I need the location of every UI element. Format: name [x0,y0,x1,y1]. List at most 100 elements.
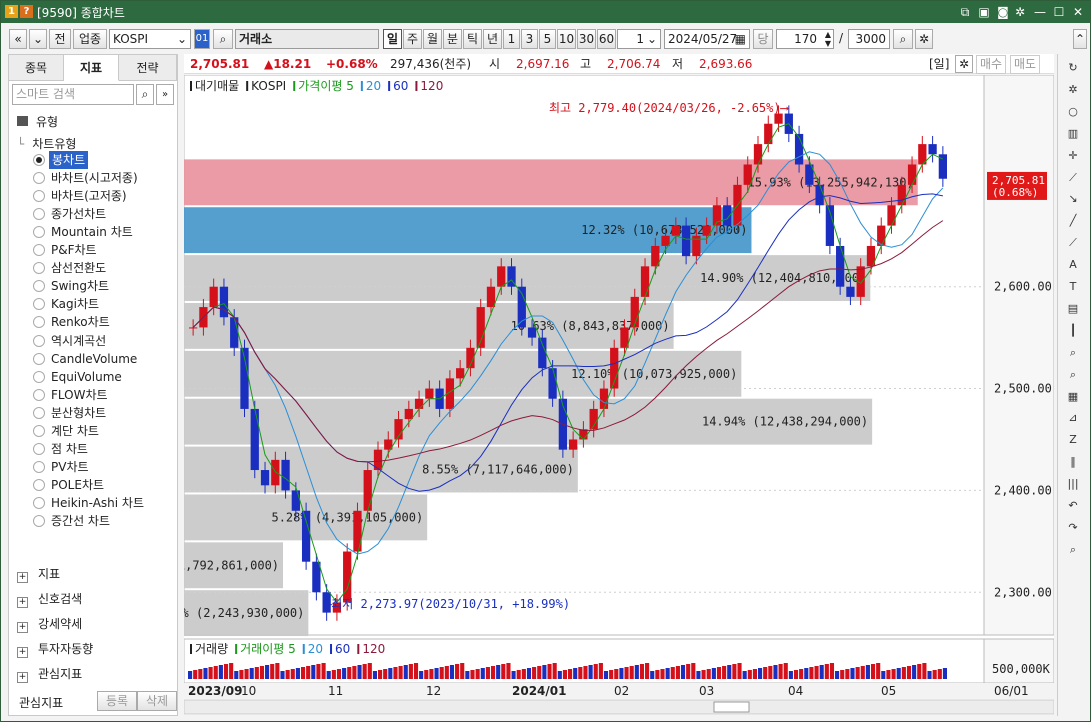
chart-type-item[interactable]: 바차트(시고저종) [51,169,138,187]
section-1[interactable]: + 신호검색 [17,588,82,610]
radio-11[interactable] [33,352,45,365]
chart-type-item[interactable]: 계단 차트 [51,422,99,440]
line-icon[interactable]: ⟋ [1063,168,1083,188]
grid-icon[interactable]: ▦ [1063,387,1083,407]
radio-1[interactable] [33,172,45,185]
symbol-select[interactable]: KOSPI ⌄ [109,29,191,49]
chart-type-item[interactable]: 점 차트 [51,440,88,458]
chart-type-item[interactable]: P&F차트 [51,241,97,259]
expand-icon[interactable]: » [156,84,174,105]
settings-icon[interactable]: ✲ [1012,4,1028,20]
fill-icon[interactable]: ▤ [1063,299,1083,319]
refresh-icon[interactable]: ↻ [1063,58,1083,78]
chart-type-item[interactable]: 분산형차트 [51,404,106,422]
bars-icon[interactable]: ▥ [1063,124,1083,144]
chart-type-item[interactable]: 바차트(고저종) [51,187,127,205]
radio-14[interactable] [33,406,45,419]
text-icon[interactable]: T [1063,277,1083,297]
dang-button[interactable]: 당 [753,29,773,49]
radio-9[interactable] [33,316,45,329]
radio-5[interactable] [33,244,45,257]
radio-16[interactable] [33,442,45,455]
search-icon[interactable]: ⌕ [213,29,233,49]
sell-button[interactable]: 매도 [1010,55,1041,74]
interval-button-0[interactable]: 1 [503,29,520,49]
radio-2[interactable] [33,190,45,203]
magnify-icon[interactable]: ⌕ [1063,540,1083,560]
delete-button[interactable]: 삭제 [137,691,177,711]
chart-type-item[interactable]: 역시계곡선 [51,332,106,350]
candle-icon[interactable]: ┃ [1063,321,1083,341]
line2-icon[interactable]: ╱ [1063,211,1083,231]
interval-button-4[interactable]: 30 [577,29,596,49]
chart-type-item[interactable]: PV차트 [51,458,89,476]
chart-type-item[interactable]: 증간선 차트 [51,512,110,530]
chart-type-group[interactable]: └ 차트유형 [17,135,76,152]
interval-button-2[interactable]: 5 [539,29,556,49]
minimize-icon[interactable]: — [1032,4,1048,20]
max-count-input[interactable]: 3000 [848,29,890,49]
chart-area[interactable]: 15.93% (13,255,942,130) 12.32% (10,673,52… [127,74,1055,715]
interval-button-5[interactable]: 60 [597,29,616,49]
section-3[interactable]: + 투자자동향 [17,638,93,660]
chart-type-item[interactable]: 봉차트 [49,151,89,169]
radio-13[interactable] [33,388,45,401]
search-icon[interactable]: ⌕ [136,84,154,105]
radio-18[interactable] [33,478,45,491]
stepper-icon[interactable]: ▲ ▼ [825,30,831,48]
bar-icon[interactable]: ‖ [1063,452,1083,472]
radio-12[interactable] [33,370,45,383]
gear-icon[interactable]: ✲ [1063,80,1083,100]
link-icon[interactable]: ⧉ [957,4,973,20]
measure-icon[interactable]: ⊿ [1063,408,1083,428]
radio-3[interactable] [33,208,45,221]
gear-icon[interactable]: ✲ [955,55,973,73]
arrow-icon[interactable]: ↘ [1063,189,1083,209]
period-tab-2[interactable]: 월 [423,29,442,49]
section-type[interactable]: 유형 [17,113,58,130]
chart-type-item[interactable]: POLE차트 [51,476,104,494]
z-icon[interactable]: Z [1063,430,1083,450]
interval-button-1[interactable]: 3 [521,29,538,49]
section-4[interactable]: + 관심지표 [17,663,82,685]
crosshair-icon[interactable]: ✛ [1063,146,1083,166]
smart-search-input[interactable]: 스마트 검색 [12,84,134,105]
zoom-search-icon[interactable]: ⌕ [893,29,913,49]
zoom-icon[interactable]: ⌕ [1063,343,1083,363]
period-tab-5[interactable]: 년 [483,29,502,49]
period-tab-1[interactable]: 주 [403,29,422,49]
radio-4[interactable] [33,226,45,239]
radio-20[interactable] [33,515,45,527]
radio-7[interactable] [33,280,45,293]
chart-type-item[interactable]: 종가선차트 [51,205,106,223]
period-tab-3[interactable]: 분 [443,29,462,49]
chart-type-item[interactable]: 삼선전환도 [51,259,106,277]
jeon-button[interactable]: 전 [49,29,71,49]
radio-10[interactable] [33,334,45,347]
screen-icon[interactable]: ▣ [976,4,992,20]
radio-0[interactable] [33,154,45,166]
chart-type-item[interactable]: Renko차트 [51,313,110,331]
chart-type-item[interactable]: Mountain 차트 [51,223,133,241]
diag-icon[interactable]: ⟋ [1063,233,1083,253]
section-2[interactable]: + 강세약세 [17,613,82,635]
radio-19[interactable] [33,496,45,509]
upjong-button[interactable]: 업종 [73,29,107,49]
prev-button[interactable]: « [9,29,27,49]
radio-8[interactable] [33,298,45,311]
chart-type-item[interactable]: EquiVolume [51,368,122,386]
chart-type-item[interactable]: Heikin-Ashi 차트 [51,494,144,512]
circle-icon[interactable]: ○ [1063,102,1083,122]
capture-icon[interactable]: ◙ [995,4,1011,20]
chart-type-item[interactable]: Swing차트 [51,277,109,295]
tab-strategy[interactable]: 전략 [119,55,177,81]
chart-type-item[interactable]: FLOW차트 [51,386,108,404]
tab-jongmok[interactable]: 종목 [9,55,64,81]
period-tab-0[interactable]: 일 [383,29,402,49]
dropdown-button[interactable]: ⌄ [29,29,47,49]
bar2-icon[interactable]: ||| [1063,474,1083,494]
date-input[interactable]: 2024/05/27 ▦ [664,29,750,49]
auto-icon[interactable]: A [1063,255,1083,275]
radio-17[interactable] [33,460,45,473]
maximize-icon[interactable]: ☐ [1051,4,1067,20]
